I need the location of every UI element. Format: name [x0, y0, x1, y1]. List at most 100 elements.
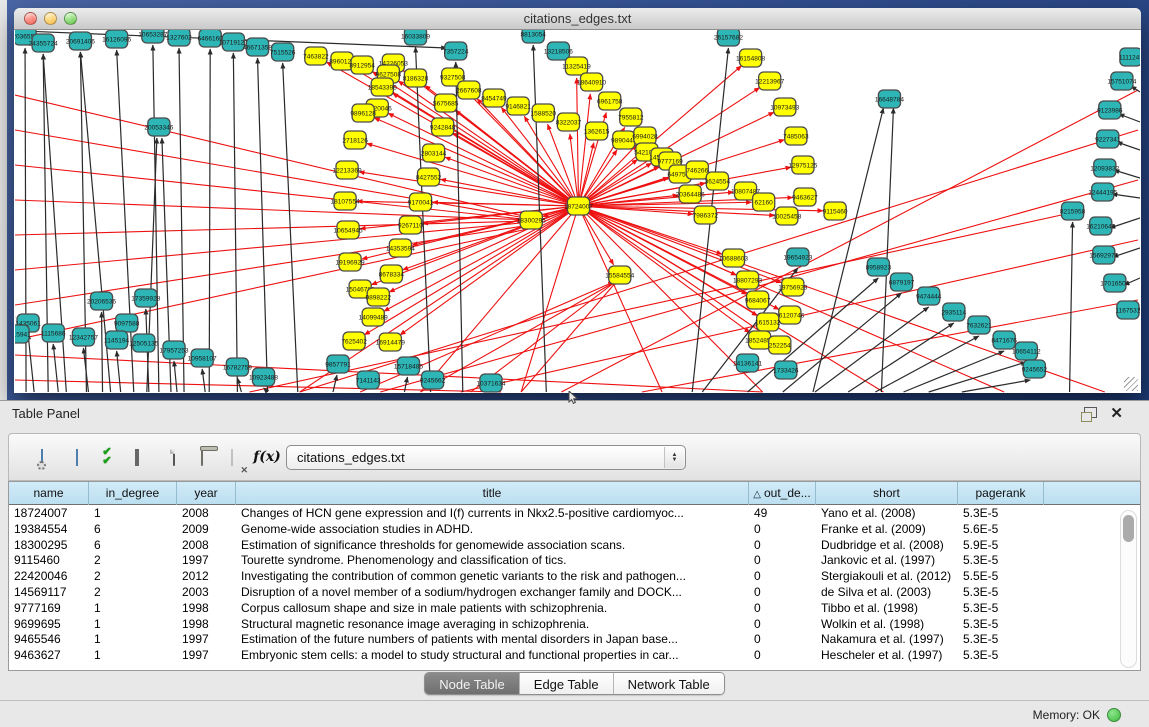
network-node[interactable]: 12342757: [69, 328, 98, 346]
network-node[interactable]: 17359928: [131, 289, 160, 307]
network-edge[interactable]: [15, 95, 531, 218]
table-row[interactable]: 977716911998Corpus callosum shape and si…: [9, 600, 1140, 616]
network-node[interactable]: 8215958: [1060, 202, 1086, 220]
table-row[interactable]: 1456911722003Disruption of a novel membe…: [9, 584, 1140, 600]
network-node[interactable]: 16782759: [223, 358, 252, 376]
network-edge[interactable]: [102, 312, 103, 392]
column-header-in_degree[interactable]: in_degree: [89, 482, 177, 505]
network-edge[interactable]: [174, 361, 177, 392]
resize-grip-icon[interactable]: [1124, 377, 1138, 391]
network-node[interactable]: 7463822: [303, 47, 329, 65]
network-node[interactable]: 10025458: [772, 207, 801, 225]
scrollbar-thumb[interactable]: [1123, 515, 1134, 542]
network-node[interactable]: 16914479: [376, 333, 405, 351]
network-node[interactable]: 10688603: [719, 249, 748, 267]
network-node[interactable]: 8678334: [379, 265, 405, 283]
network-node[interactable]: 24355724: [29, 34, 58, 52]
create-table-button[interactable]: [161, 444, 187, 470]
network-node[interactable]: 7955812: [618, 108, 644, 126]
network-edge[interactable]: [333, 375, 337, 392]
network-node[interactable]: 2803144: [421, 144, 447, 162]
network-edge[interactable]: [585, 163, 651, 202]
network-node[interactable]: 20053346: [144, 118, 173, 136]
network-node[interactable]: 19756928: [778, 278, 807, 296]
network-node[interactable]: 3915941: [15, 325, 31, 343]
network-node[interactable]: 6879197: [889, 273, 915, 291]
network-node[interactable]: 9146821: [505, 97, 531, 115]
network-node[interactable]: 14099489: [359, 308, 388, 326]
network-node[interactable]: 16210643: [1086, 217, 1115, 235]
network-node[interactable]: 1615132: [755, 313, 781, 331]
network-node[interactable]: 12213369: [333, 161, 362, 179]
network-node[interactable]: 16648784: [875, 90, 904, 108]
network-node[interactable]: 10973493: [770, 98, 799, 116]
network-node[interactable]: 6994028: [632, 127, 658, 145]
close-panel-icon[interactable]: ✕: [1110, 404, 1123, 422]
network-node[interactable]: 12213967: [755, 72, 784, 90]
column-header-title[interactable]: title: [236, 482, 749, 505]
network-edge[interactable]: [15, 130, 531, 219]
network-edge[interactable]: [258, 58, 268, 392]
network-edge[interactable]: [815, 307, 929, 392]
network-node[interactable]: 9170041: [408, 193, 434, 211]
network-edge[interactable]: [1070, 222, 1073, 392]
network-node[interactable]: 16154808: [736, 49, 765, 67]
table-options-button[interactable]: [29, 444, 55, 470]
network-node[interactable]: 10958107: [188, 349, 217, 367]
network-node[interactable]: 18724007: [564, 197, 593, 215]
network-node[interactable]: 8454749: [481, 89, 507, 107]
tab-node-table[interactable]: Node Table: [425, 673, 519, 694]
network-edge[interactable]: [28, 334, 34, 392]
network-node[interactable]: 7141143: [356, 371, 381, 389]
network-node[interactable]: 9097588: [114, 314, 140, 332]
network-node[interactable]: 15692971: [1089, 246, 1118, 264]
network-node[interactable]: 8958923: [866, 258, 892, 276]
network-edge[interactable]: [1119, 114, 1140, 122]
tab-edge-table[interactable]: Edge Table: [519, 673, 613, 694]
select-rows-button[interactable]: ✔✔: [94, 444, 120, 470]
network-edge[interactable]: [570, 134, 578, 198]
network-node[interactable]: 10923488: [249, 368, 278, 386]
network-node[interactable]: 9242848: [430, 118, 456, 136]
network-node[interactable]: 9857791: [325, 355, 351, 373]
column-header-name[interactable]: name: [9, 482, 89, 505]
network-node[interactable]: 1733426: [773, 361, 799, 379]
network-edge[interactable]: [233, 53, 237, 392]
network-node[interactable]: 252254: [769, 336, 791, 354]
table-row[interactable]: 1938455462009Genome-wide association stu…: [9, 521, 1140, 537]
network-node[interactable]: 18807293: [733, 271, 762, 289]
table-row[interactable]: 1830029562008Estimation of significance …: [9, 537, 1140, 553]
network-edge[interactable]: [421, 281, 617, 392]
network-node[interactable]: 9896128: [350, 104, 376, 122]
network-node[interactable]: 14353594: [386, 239, 415, 257]
table-row[interactable]: 911546021997Tourette syndrome. Phenomeno…: [9, 552, 1140, 568]
column-header-pagerank[interactable]: pagerank: [958, 482, 1044, 505]
network-node[interactable]: 6961758: [597, 92, 623, 110]
network-node[interactable]: 7625402: [341, 332, 367, 350]
network-node[interactable]: 17957253: [159, 341, 188, 359]
network-edge[interactable]: [445, 157, 571, 203]
network-node[interactable]: 3624554: [705, 172, 731, 190]
network-node[interactable]: 7515526: [270, 43, 296, 61]
network-node[interactable]: 1588520: [531, 104, 557, 122]
network-node[interactable]: 9245662: [420, 371, 446, 389]
network-node[interactable]: 1327602: [166, 30, 192, 46]
network-node[interactable]: 18640910: [577, 73, 606, 91]
network-node[interactable]: 19196929: [336, 253, 365, 271]
network-edge[interactable]: [117, 351, 121, 392]
column-header-out_de[interactable]: △out_de...: [749, 482, 816, 505]
import-table-button[interactable]: ✕: [219, 444, 245, 470]
network-node[interactable]: 15584554: [605, 266, 634, 284]
network-edge[interactable]: [881, 108, 893, 392]
table-row[interactable]: 1872400712008Changes of HCN gene express…: [9, 505, 1140, 521]
table-selector-dropdown[interactable]: citations_edges.txt ▲▼: [286, 445, 686, 470]
network-edge[interactable]: [579, 94, 590, 198]
network-node[interactable]: 20206536: [87, 292, 116, 310]
network-node[interactable]: 8427552: [416, 168, 442, 186]
network-edge[interactable]: [579, 206, 663, 392]
show-columns-button[interactable]: [64, 444, 90, 470]
column-header-year[interactable]: year: [177, 482, 236, 505]
network-edge[interactable]: [15, 221, 531, 235]
network-node[interactable]: 18300295: [517, 211, 546, 229]
network-node[interactable]: 746266: [686, 161, 708, 179]
